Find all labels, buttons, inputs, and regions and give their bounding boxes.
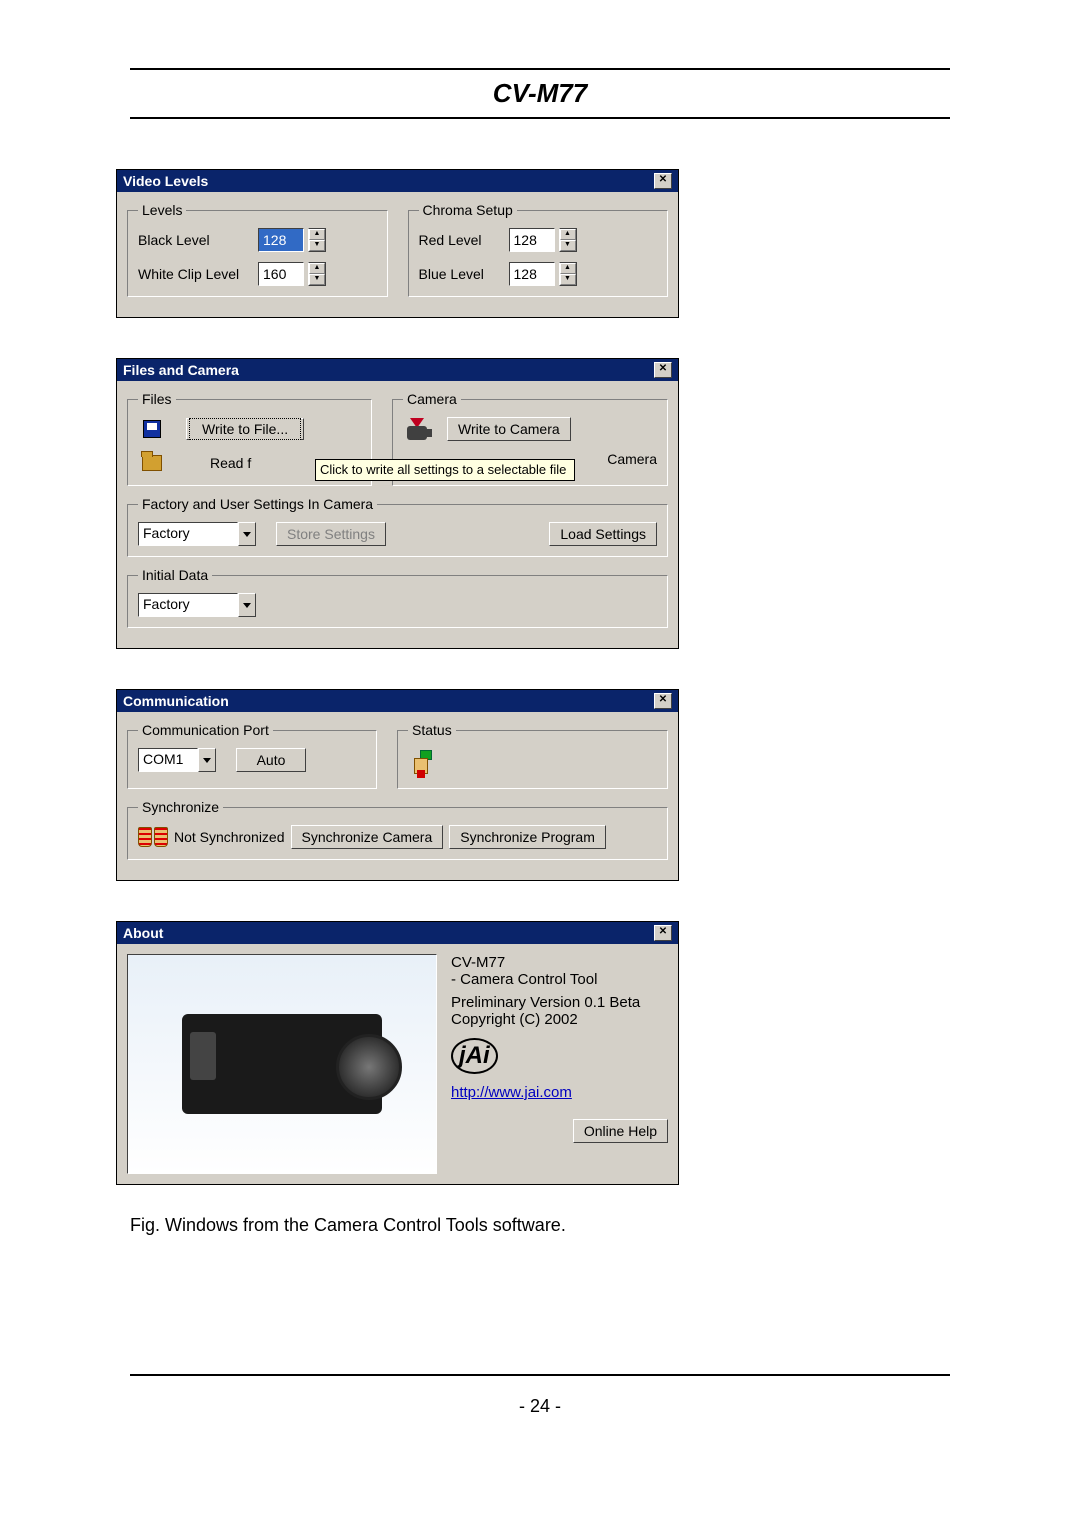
titlebar[interactable]: Video Levels ✕ bbox=[117, 170, 678, 192]
comm-port-group: Communication Port COM1 Auto bbox=[127, 722, 377, 789]
white-clip-input[interactable] bbox=[258, 262, 304, 286]
camera-legend: Camera bbox=[403, 391, 461, 407]
initial-data-group: Initial Data Factory bbox=[127, 567, 668, 628]
online-help-button[interactable]: Online Help bbox=[573, 1119, 668, 1143]
chroma-legend: Chroma Setup bbox=[419, 202, 517, 218]
download-icon bbox=[403, 417, 431, 441]
synchronize-legend: Synchronize bbox=[138, 799, 223, 815]
store-settings-button[interactable]: Store Settings bbox=[276, 522, 386, 546]
close-icon[interactable]: ✕ bbox=[654, 925, 672, 941]
red-level-label: Red Level bbox=[419, 232, 509, 248]
about-desc: - Camera Control Tool bbox=[451, 971, 668, 988]
initial-data-select[interactable]: Factory bbox=[138, 593, 256, 617]
page-title: CV-M77 bbox=[130, 78, 950, 109]
figure-caption: Fig. Windows from the Camera Control Too… bbox=[130, 1215, 950, 1236]
status-legend: Status bbox=[408, 722, 456, 738]
footer-rule bbox=[130, 1374, 950, 1376]
red-level-spinner[interactable]: ▲▼ bbox=[559, 228, 577, 252]
blue-level-label: Blue Level bbox=[419, 266, 509, 282]
header-rule-bottom bbox=[130, 117, 950, 119]
chevron-down-icon bbox=[238, 593, 256, 617]
white-clip-label: White Clip Level bbox=[138, 266, 258, 282]
files-legend: Files bbox=[138, 391, 176, 407]
blue-level-input[interactable] bbox=[509, 262, 555, 286]
com-port-select[interactable]: COM1 bbox=[138, 748, 216, 772]
communication-window: Communication ✕ Communication Port COM1 … bbox=[116, 689, 679, 881]
close-icon[interactable]: ✕ bbox=[654, 693, 672, 709]
open-icon bbox=[138, 451, 166, 475]
levels-legend: Levels bbox=[138, 202, 186, 218]
files-camera-window: Files and Camera ✕ Files Write to File..… bbox=[116, 358, 679, 649]
window-title: Video Levels bbox=[123, 173, 208, 189]
about-copyright: Copyright (C) 2002 bbox=[451, 1011, 668, 1028]
close-icon[interactable]: ✕ bbox=[654, 173, 672, 189]
synchronize-group: Synchronize Not Synchronized Synchronize… bbox=[127, 799, 668, 860]
black-level-label: Black Level bbox=[138, 232, 258, 248]
video-levels-window: Video Levels ✕ Levels Black Level ▲▼ Whi… bbox=[116, 169, 679, 318]
write-to-file-button[interactable]: Write to File... bbox=[186, 418, 304, 440]
synchronize-camera-button[interactable]: Synchronize Camera bbox=[291, 825, 444, 849]
save-icon bbox=[138, 417, 166, 441]
window-title: Communication bbox=[123, 693, 229, 709]
tooltip: Click to write all settings to a selecta… bbox=[315, 459, 575, 481]
chevron-down-icon bbox=[198, 748, 216, 772]
window-title: Files and Camera bbox=[123, 362, 239, 378]
synchronize-program-button[interactable]: Synchronize Program bbox=[449, 825, 606, 849]
black-level-input[interactable] bbox=[258, 228, 304, 252]
window-title: About bbox=[123, 925, 163, 941]
load-settings-button[interactable]: Load Settings bbox=[549, 522, 657, 546]
initial-data-legend: Initial Data bbox=[138, 567, 212, 583]
read-from-camera-partial: Camera bbox=[607, 451, 657, 467]
comm-port-legend: Communication Port bbox=[138, 722, 273, 738]
black-level-spinner[interactable]: ▲▼ bbox=[308, 228, 326, 252]
write-to-camera-button[interactable]: Write to Camera bbox=[447, 417, 571, 441]
factory-select[interactable]: Factory bbox=[138, 522, 256, 546]
camera-image bbox=[127, 954, 437, 1174]
camera-icon bbox=[182, 1014, 382, 1114]
status-icon bbox=[408, 748, 434, 778]
titlebar[interactable]: About ✕ bbox=[117, 922, 678, 944]
page-number: - 24 - bbox=[130, 1396, 950, 1417]
status-group: Status bbox=[397, 722, 668, 789]
factory-user-legend: Factory and User Settings In Camera bbox=[138, 496, 377, 512]
not-synchronized-label: Not Synchronized bbox=[174, 829, 285, 845]
jai-logo-icon: jAi bbox=[451, 1038, 498, 1074]
about-product: CV-M77 bbox=[451, 954, 668, 971]
levels-group: Levels Black Level ▲▼ White Clip Level ▲… bbox=[127, 202, 388, 297]
about-window: About ✕ CV-M77 - Camera Control Tool Pre… bbox=[116, 921, 679, 1185]
titlebar[interactable]: Files and Camera ✕ bbox=[117, 359, 678, 381]
auto-button[interactable]: Auto bbox=[236, 748, 306, 772]
white-clip-spinner[interactable]: ▲▼ bbox=[308, 262, 326, 286]
jai-url-link[interactable]: http://www.jai.com bbox=[451, 1084, 572, 1101]
sync-status-icon bbox=[138, 827, 168, 847]
chevron-down-icon bbox=[238, 522, 256, 546]
titlebar[interactable]: Communication ✕ bbox=[117, 690, 678, 712]
header-rule-top bbox=[130, 68, 950, 70]
about-version: Preliminary Version 0.1 Beta bbox=[451, 994, 668, 1011]
chroma-group: Chroma Setup Red Level ▲▼ Blue Level ▲▼ bbox=[408, 202, 669, 297]
close-icon[interactable]: ✕ bbox=[654, 362, 672, 378]
read-from-file-partial: Read f bbox=[210, 455, 251, 471]
factory-user-group: Factory and User Settings In Camera Fact… bbox=[127, 496, 668, 557]
blue-level-spinner[interactable]: ▲▼ bbox=[559, 262, 577, 286]
red-level-input[interactable] bbox=[509, 228, 555, 252]
